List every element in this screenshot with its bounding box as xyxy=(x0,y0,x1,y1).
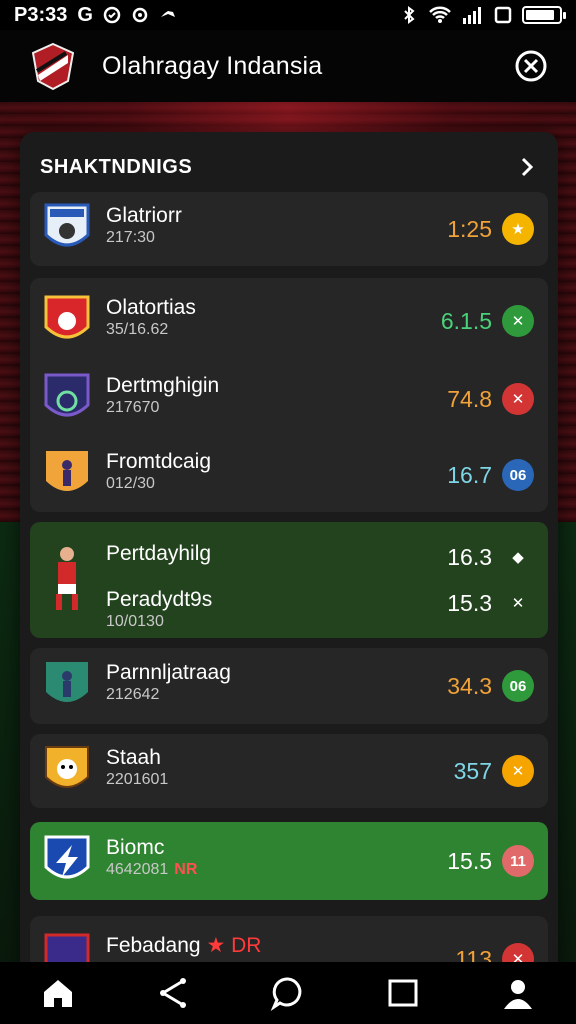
team-name: Olatortias xyxy=(106,296,196,319)
team-name: Staah xyxy=(106,746,161,769)
standings-card[interactable]: Staah 2201601 357 ✕ xyxy=(30,734,548,808)
team-name: Febadang ★ DR xyxy=(106,934,262,957)
club-crest-icon xyxy=(45,746,89,788)
team-name: Peradydt9s xyxy=(106,588,213,611)
settings-icon xyxy=(132,7,148,23)
app-title: Olahragay Indansia xyxy=(102,51,323,80)
highlighted-card[interactable]: Pertdayhilg 16.3 ◆ Peradydt9s 10/0130 15… xyxy=(30,522,548,638)
close-badge-icon: ✕ xyxy=(502,755,534,787)
club-crest-icon xyxy=(44,295,90,339)
team-stat: 217:30 xyxy=(106,229,155,246)
team-name: Fromtdcaig xyxy=(106,450,212,473)
team-score: 16.7 xyxy=(447,461,492,488)
square-icon[interactable] xyxy=(385,975,421,1011)
team-stat: 217670 xyxy=(106,399,160,416)
status-time: P3:33 xyxy=(14,3,68,26)
table-row[interactable]: Parnnljatraag 212642 34.3 06 xyxy=(30,651,548,721)
table-row[interactable]: Olatortias 35/16.62 6.1.5 ✕ xyxy=(30,286,548,356)
bluetooth-icon xyxy=(404,6,415,24)
standings-card[interactable]: Parnnljatraag 212642 34.3 06 xyxy=(30,648,548,724)
airplane-icon xyxy=(160,11,175,17)
team-stat: 212642 xyxy=(106,686,160,703)
standings-panel: SHAKTNDNIGS Glatriorr 217:30 1:25 ★ Olat… xyxy=(20,132,558,982)
team-stat: 4642081 NR xyxy=(106,861,198,878)
chat-icon[interactable] xyxy=(270,975,306,1011)
table-row[interactable]: Staah 2201601 357 ✕ xyxy=(30,736,548,806)
team-score: 15.3 xyxy=(447,589,492,616)
team-score: 74.8 xyxy=(447,385,492,412)
club-crest-icon xyxy=(44,373,90,417)
status-bar: P3:33 G xyxy=(0,0,576,30)
team-stat: 35/16.62 xyxy=(106,321,169,338)
share-icon[interactable] xyxy=(155,975,191,1011)
club-crest-icon xyxy=(44,203,90,247)
battery-icon xyxy=(522,6,566,24)
team-score: 1:25 xyxy=(447,215,492,242)
notification-icon xyxy=(103,6,121,24)
team-stat: 2201601 xyxy=(106,771,169,788)
star-badge-icon: ★ xyxy=(502,213,534,245)
team-name: Dertmghigin xyxy=(106,374,220,397)
team-score: 16.3 xyxy=(447,543,492,570)
home-icon[interactable] xyxy=(40,975,76,1011)
table-row[interactable]: Fromtdcaig 012/30 16.7 06 xyxy=(30,440,548,510)
wifi-icon xyxy=(429,6,451,23)
close-icon: ✕ xyxy=(511,595,525,612)
bottom-nav xyxy=(0,962,576,1024)
data-icon xyxy=(494,6,512,24)
team-name: Pertdayhilg xyxy=(106,542,212,565)
team-name: Biomc xyxy=(106,836,165,859)
team-name-extra: ★ DR xyxy=(206,934,262,957)
profile-icon[interactable] xyxy=(500,975,536,1011)
app-logo-icon xyxy=(31,42,75,91)
team-score: 6.1.5 xyxy=(440,307,492,334)
status-glyph: G xyxy=(77,3,93,26)
standings-card[interactable]: Glatriorr 217:30 1:25 ★ xyxy=(30,192,548,266)
club-crest-icon xyxy=(44,835,90,879)
number-badge-icon: 06 xyxy=(502,670,534,702)
club-crest-icon xyxy=(46,662,88,702)
close-badge-icon: ✕ xyxy=(502,383,534,415)
chevron-right-icon[interactable] xyxy=(516,156,538,178)
club-crest-icon xyxy=(46,451,88,491)
close-badge-icon: ✕ xyxy=(502,305,534,337)
table-row[interactable]: Glatriorr 217:30 1:25 ★ xyxy=(30,194,548,264)
app-bar: Olahragay Indansia xyxy=(0,30,576,102)
team-stat: 10/0130 xyxy=(106,613,164,630)
team-score: 357 xyxy=(453,757,492,784)
team-score: 34.3 xyxy=(447,672,492,699)
team-name: Parnnljatraag xyxy=(106,661,231,684)
close-icon[interactable] xyxy=(514,49,548,83)
team-name: Glatriorr xyxy=(106,204,182,227)
number-badge-icon: 06 xyxy=(502,459,534,491)
selected-card[interactable]: Biomc 4642081 NR 15.5 11 xyxy=(30,822,548,900)
table-row[interactable]: Peradydt9s 10/0130 15.3 ✕ xyxy=(30,568,548,638)
standings-card[interactable]: Olatortias 35/16.62 6.1.5 ✕ Dertmghigin … xyxy=(30,278,548,512)
nr-tag: NR xyxy=(174,861,198,878)
number-badge-icon: 11 xyxy=(502,845,534,877)
table-row[interactable]: Dertmghigin 217670 74.8 ✕ xyxy=(30,364,548,434)
signal-icon xyxy=(463,7,481,24)
panel-title: SHAKTNDNIGS xyxy=(40,155,193,178)
team-stat: 012/30 xyxy=(106,475,155,492)
team-score: 15.5 xyxy=(447,847,492,874)
table-row[interactable]: Biomc 4642081 NR 15.5 11 xyxy=(30,826,548,896)
